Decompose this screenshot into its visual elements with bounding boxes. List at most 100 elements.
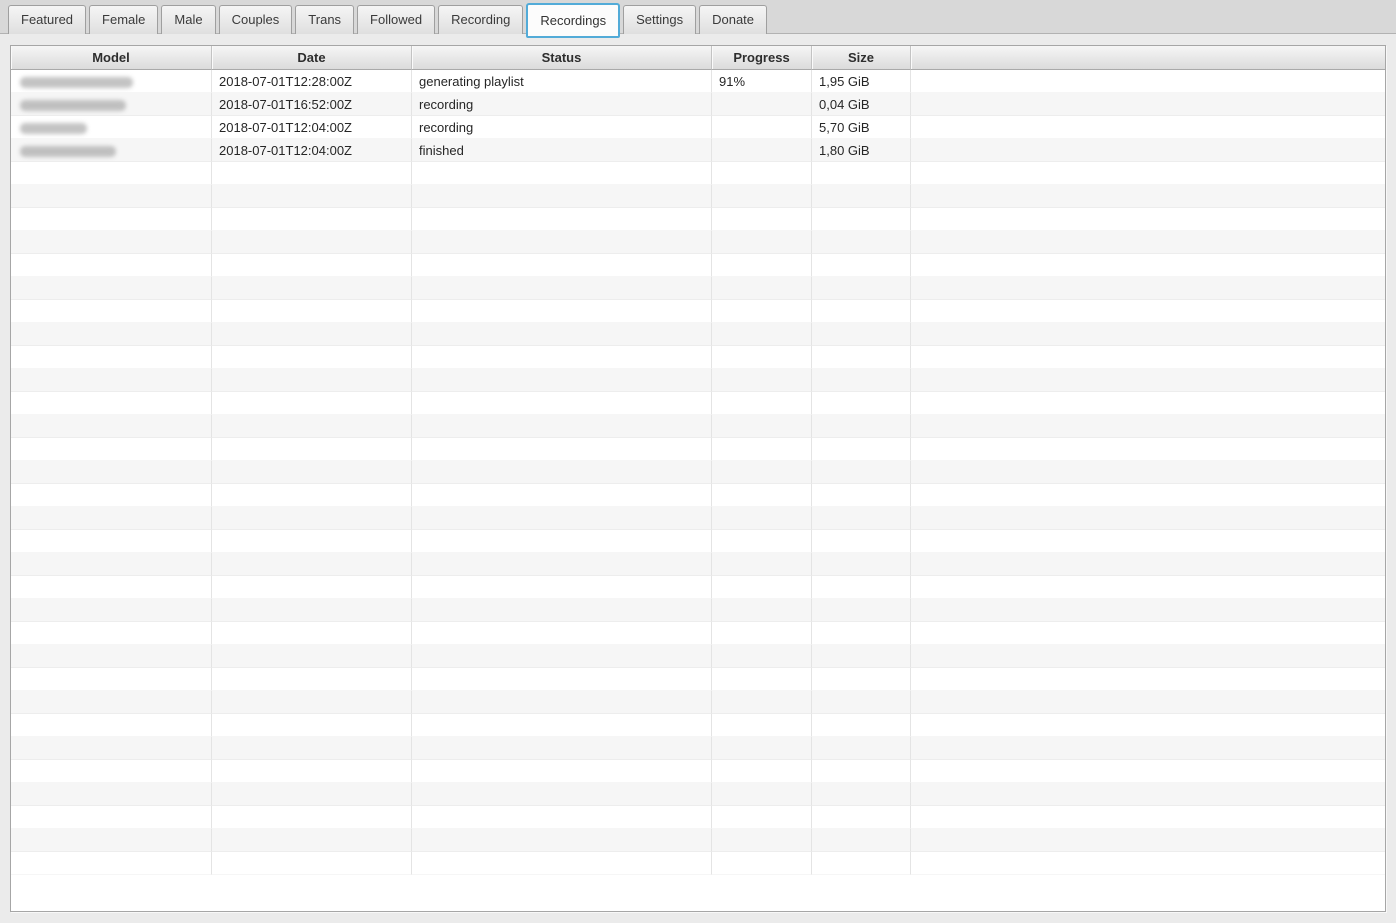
cell-status [412, 323, 712, 346]
cell-progress [712, 829, 812, 852]
cell-size [812, 760, 911, 783]
empty-row [11, 185, 1385, 208]
cell-status [412, 415, 712, 438]
cell-date [212, 783, 412, 806]
cell-progress [712, 553, 812, 576]
cell-status [412, 369, 712, 392]
column-header-model[interactable]: Model [11, 46, 212, 70]
cell-model [11, 760, 212, 783]
cell-status [412, 277, 712, 300]
recording-row[interactable]: 2018-07-01T12:04:00Z finished 1,80 GiB [11, 139, 1385, 162]
cell-model [11, 139, 212, 162]
cell-model [11, 530, 212, 553]
tab-recordings[interactable]: Recordings [526, 3, 621, 38]
empty-row [11, 254, 1385, 277]
cell-filler [911, 737, 1385, 760]
cell-model [11, 254, 212, 277]
cell-size [812, 714, 911, 737]
cell-model [11, 668, 212, 691]
cell-date [212, 714, 412, 737]
cell-filler [911, 714, 1385, 737]
empty-row [11, 323, 1385, 346]
empty-row [11, 277, 1385, 300]
cell-filler [911, 622, 1385, 645]
tab-couples[interactable]: Couples [218, 5, 293, 34]
tab-bar: Featured Female Male Couples Trans Followed Re… [0, 0, 1396, 38]
cell-progress [712, 415, 812, 438]
cell-progress [712, 346, 812, 369]
cell-date [212, 576, 412, 599]
cell-progress [712, 691, 812, 714]
tab-settings[interactable]: Settings [623, 5, 697, 34]
column-header-empty [911, 46, 1385, 70]
tab-featured[interactable]: Featured [8, 5, 87, 34]
cell-date [212, 254, 412, 277]
cell-date [212, 461, 412, 484]
cell-status [412, 645, 712, 668]
redacted-model-name [20, 76, 133, 88]
table-header-row: Model Date Status Progress Size [11, 46, 1385, 70]
redacted-model-name [20, 122, 87, 134]
tab-donate[interactable]: Donate [699, 5, 768, 34]
cell-date [212, 599, 412, 622]
cell-filler [911, 346, 1385, 369]
cell-filler [911, 116, 1385, 139]
cell-progress [712, 599, 812, 622]
column-header-status[interactable]: Status [412, 46, 712, 70]
column-header-progress[interactable]: Progress [712, 46, 812, 70]
cell-size [812, 622, 911, 645]
cell-size [812, 208, 911, 231]
cell-status [412, 760, 712, 783]
cell-size [812, 829, 911, 852]
cell-progress [712, 300, 812, 323]
cell-status [412, 507, 712, 530]
cell-progress [712, 806, 812, 829]
cell-date [212, 300, 412, 323]
cell-date [212, 323, 412, 346]
cell-model [11, 622, 212, 645]
cell-size [812, 530, 911, 553]
cell-size [812, 185, 911, 208]
cell-date [212, 438, 412, 461]
cell-model [11, 162, 212, 185]
cell-model [11, 553, 212, 576]
cell-size [812, 392, 911, 415]
cell-filler [911, 806, 1385, 829]
cell-date [212, 829, 412, 852]
tab-trans[interactable]: Trans [295, 5, 355, 34]
recording-row[interactable]: 2018-07-01T12:04:00Z recording 5,70 GiB [11, 116, 1385, 139]
cell-model [11, 599, 212, 622]
cell-model [11, 208, 212, 231]
cell-size [812, 806, 911, 829]
recordings-table-grid: Model Date Status Progress Size 2018-07-01T1… [11, 46, 1385, 875]
tab-female[interactable]: Female [89, 5, 159, 34]
cell-progress: 91% [712, 70, 812, 93]
tab-followed[interactable]: Followed [357, 5, 436, 34]
cell-date [212, 162, 412, 185]
tab-male[interactable]: Male [161, 5, 216, 34]
cell-model [11, 783, 212, 806]
column-header-size[interactable]: Size [812, 46, 911, 70]
cell-progress [712, 93, 812, 116]
cell-size [812, 553, 911, 576]
cell-progress [712, 392, 812, 415]
empty-row [11, 783, 1385, 806]
cell-size [812, 737, 911, 760]
cell-status [412, 438, 712, 461]
cell-date [212, 806, 412, 829]
cell-status [412, 461, 712, 484]
cell-model [11, 185, 212, 208]
tab-recording[interactable]: Recording [438, 5, 524, 34]
recording-row[interactable]: 2018-07-01T12:28:00Z generating playlist 9… [11, 70, 1385, 93]
cell-filler [911, 461, 1385, 484]
cell-model [11, 737, 212, 760]
cell-status [412, 208, 712, 231]
cell-date [212, 231, 412, 254]
cell-filler [911, 369, 1385, 392]
cell-date [212, 737, 412, 760]
column-header-date[interactable]: Date [212, 46, 412, 70]
recording-row[interactable]: 2018-07-01T16:52:00Z recording 0,04 GiB [11, 93, 1385, 116]
cell-model [11, 806, 212, 829]
cell-size [812, 461, 911, 484]
cell-status: generating playlist [412, 70, 712, 93]
